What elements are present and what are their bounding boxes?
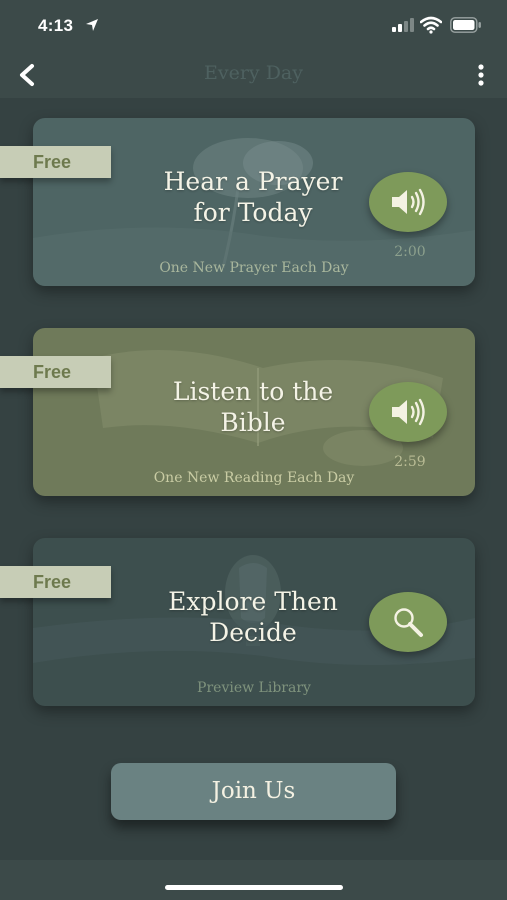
nav-title: Every Day <box>204 62 303 84</box>
free-tag: Free <box>0 146 111 178</box>
speaker-icon <box>392 188 425 216</box>
location-arrow-icon <box>86 19 98 31</box>
card-title: Explore Then Decide <box>168 587 338 647</box>
duration-label: 2:00 <box>394 244 426 260</box>
card-title: Listen to the Bible <box>172 377 334 437</box>
more-vertical-icon[interactable] <box>470 61 492 89</box>
cellular-signal-icon <box>392 18 414 32</box>
status-time: 4:13 <box>38 16 74 35</box>
duration-label: 2:59 <box>394 454 426 470</box>
card-subtitle: One New Reading Each Day <box>153 470 355 486</box>
battery-icon <box>450 17 481 33</box>
join-us-button[interactable]: Join Us <box>111 763 396 820</box>
prayer-card[interactable]: Hear a Prayer for Today 2:00 One New Pra… <box>33 118 475 286</box>
card-title: Hear a Prayer for Today <box>163 167 343 227</box>
home-indicator[interactable] <box>165 885 343 890</box>
bottom-bar <box>0 860 507 900</box>
explore-card[interactable]: Explore Then Decide Preview Library <box>33 538 475 706</box>
play-prayer-button[interactable] <box>369 172 447 232</box>
main-content: Hear a Prayer for Today 2:00 One New Pra… <box>0 98 507 860</box>
card-subtitle: One New Prayer Each Day <box>159 260 349 276</box>
play-bible-button[interactable] <box>369 382 447 442</box>
wifi-icon <box>420 16 442 34</box>
card-subtitle: Preview Library <box>197 680 311 696</box>
free-tag: Free <box>0 356 111 388</box>
speaker-icon <box>392 398 425 426</box>
status-bar: 4:13 <box>0 0 507 52</box>
explore-library-button[interactable] <box>369 592 447 652</box>
magnifier-icon <box>394 608 423 637</box>
nav-bar: Every Day <box>0 52 507 98</box>
free-tag: Free <box>0 566 111 598</box>
bible-card[interactable]: Listen to the Bible 2:59 One New Reading… <box>33 328 475 496</box>
